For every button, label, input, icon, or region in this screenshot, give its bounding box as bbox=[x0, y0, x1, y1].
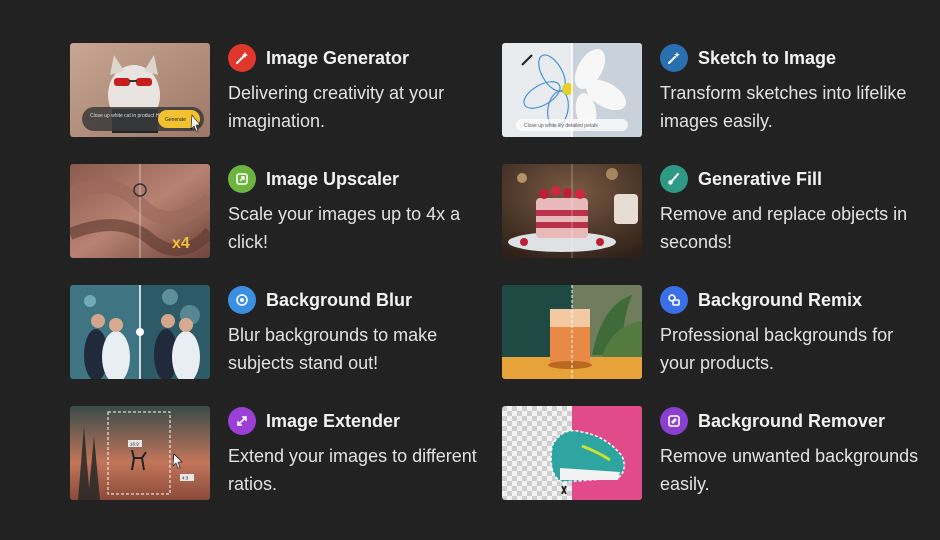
feature-description: Scale your images up to 4x a click! bbox=[228, 204, 461, 252]
extender-tag-top: 16:9 bbox=[130, 442, 139, 447]
feature-card-background-remover[interactable]: Background Remover Remove unwanted backg… bbox=[502, 406, 922, 500]
image-extender-thumbnail: 16:9 4:3 bbox=[70, 406, 210, 500]
pencil-sparkle-icon bbox=[660, 44, 688, 72]
eraser-icon bbox=[660, 407, 688, 435]
feature-title: Generative Fill bbox=[698, 168, 823, 189]
feature-title: Background Remover bbox=[698, 410, 886, 431]
sketch-to-image-thumbnail: Close up white lily detailed petals bbox=[502, 43, 642, 137]
background-remix-thumbnail bbox=[502, 285, 642, 379]
arrows-diagonal-icon bbox=[228, 407, 256, 435]
feature-title: Background Remix bbox=[698, 289, 863, 310]
feature-title: Image Upscaler bbox=[266, 168, 400, 189]
expand-icon bbox=[228, 165, 256, 193]
generative-fill-thumbnail bbox=[502, 164, 642, 258]
feature-description: Transform sketches into lifelike images … bbox=[660, 83, 907, 131]
feature-title: Sketch to Image bbox=[698, 47, 837, 68]
background-blur-thumbnail bbox=[70, 285, 210, 379]
feature-description: Remove unwanted backgrounds easily. bbox=[660, 446, 919, 494]
feature-card-image-upscaler[interactable]: x4 Image Upscaler Scale your images up t… bbox=[70, 164, 490, 258]
sketch-prompt-text: Close up white lily detailed petals bbox=[524, 123, 598, 129]
feature-description: Remove and replace objects in seconds! bbox=[660, 204, 908, 252]
feature-card-image-extender[interactable]: 16:9 4:3 Image Extender Extend your imag… bbox=[70, 406, 490, 500]
background-remover-thumbnail bbox=[502, 406, 642, 500]
brush-icon bbox=[660, 165, 688, 193]
feature-description: Professional backgrounds for your produc… bbox=[660, 325, 894, 373]
magic-wand-icon bbox=[228, 44, 256, 72]
feature-description: Delivering creativity at your imaginatio… bbox=[228, 83, 445, 131]
feature-card-background-blur[interactable]: Background Blur Blur backgrounds to make… bbox=[70, 285, 490, 379]
remix-icon bbox=[660, 286, 688, 314]
feature-card-sketch-to-image[interactable]: Close up white lily detailed petals Sket… bbox=[502, 43, 922, 137]
feature-card-image-generator[interactable]: Close up white cat in product Hi sunglas… bbox=[70, 43, 490, 137]
feature-title: Background Blur bbox=[266, 289, 413, 310]
feature-title: Image Generator bbox=[266, 47, 410, 68]
feature-title: Image Extender bbox=[266, 410, 401, 431]
feature-card-generative-fill[interactable]: Generative Fill Remove and replace objec… bbox=[502, 164, 922, 258]
image-upscaler-thumbnail: x4 bbox=[70, 164, 210, 258]
blur-icon bbox=[228, 286, 256, 314]
generator-button-text: Generate bbox=[165, 117, 186, 123]
feature-description: Blur backgrounds to make subjects stand … bbox=[228, 325, 438, 373]
feature-grid: Close up white cat in product Hi sunglas… bbox=[0, 0, 940, 540]
feature-description: Extend your images to different ratios. bbox=[228, 446, 477, 494]
extender-tag-bottom: 4:3 bbox=[182, 476, 189, 481]
upscaler-label-text: x4 bbox=[172, 235, 190, 252]
image-generator-thumbnail: Close up white cat in product Hi sunglas… bbox=[70, 43, 210, 137]
feature-card-background-remix[interactable]: Background Remix Professional background… bbox=[502, 285, 922, 379]
